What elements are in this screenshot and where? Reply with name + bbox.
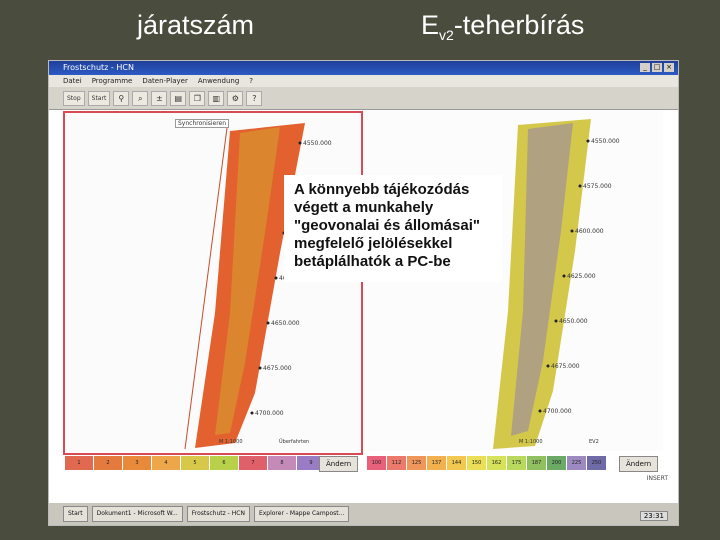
title-right-rest: -teherbírás (453, 10, 585, 40)
legend-swatch: 144 (447, 456, 466, 470)
station-label: 4550.000 (303, 140, 332, 147)
maximize-button[interactable]: □ (652, 63, 662, 72)
taskbar-item-frostschutz[interactable]: Frostschutz - HCN (186, 506, 250, 522)
legend-swatch: 8 (268, 456, 296, 470)
settings-icon[interactable]: ⚙ (227, 90, 244, 106)
legend-swatch: 150 (467, 456, 486, 470)
station-marker (554, 319, 558, 323)
right-scale-label: M 1:1000 (519, 439, 543, 445)
left-layer-label: Überfahrten (279, 439, 310, 445)
taskbar-item-explorer[interactable]: Explorer - Mappe Campost... (253, 506, 350, 522)
taskbar-item-word[interactable]: Dokument1 - Microsoft W... (91, 506, 183, 522)
station-label: 4700.000 (543, 408, 572, 415)
legend-swatch: 5 (181, 456, 209, 470)
callout-line: végett a munkahely (294, 199, 434, 216)
left-scale-label: M 1:1000 (219, 439, 243, 445)
callout-box: A könnyebb tájékozódás végett a munkahel… (284, 175, 502, 282)
title-right-main: E (421, 10, 440, 40)
menu-daten-player[interactable]: Daten-Player (142, 75, 187, 87)
app-screenshot: Frostschutz - HCN _ □ × Datei Programme … (48, 60, 679, 526)
close-button[interactable]: × (664, 63, 674, 72)
station-label: 4650.000 (559, 318, 588, 325)
legend-swatch: 2 (94, 456, 122, 470)
stop-button[interactable]: Stop (63, 90, 85, 106)
station-marker (274, 276, 278, 280)
station-label: 4550.000 (591, 138, 620, 145)
menu-bar: Datei Programme Daten-Player Anwendung ? (49, 75, 678, 87)
station-label: 4600.000 (575, 228, 604, 235)
callout-line: betáplálhatók a PC-be (294, 253, 451, 270)
station-marker (570, 229, 574, 233)
legend-swatch: 1 (65, 456, 93, 470)
zoom-icon[interactable]: ± (151, 90, 168, 106)
help-icon[interactable]: ? (246, 90, 263, 106)
station-marker (546, 364, 550, 368)
menu-programme[interactable]: Programme (92, 75, 133, 87)
menu-anwendung[interactable]: Anwendung (198, 75, 239, 87)
station-marker (258, 366, 262, 370)
legend-swatch: 4 (152, 456, 180, 470)
legend-swatch: 187 (527, 456, 546, 470)
minimize-button[interactable]: _ (640, 63, 650, 72)
legend-swatch: 200 (547, 456, 566, 470)
start-button[interactable]: Start (87, 90, 111, 106)
station-label: 4700.000 (255, 410, 284, 417)
andern-button-right[interactable]: Ändern (619, 456, 659, 472)
legend-right: 100 112 125 137 144 150 162 175 187 200 225 250 (367, 456, 606, 470)
legend-swatch: 6 (210, 456, 238, 470)
legend-swatch: 125 (407, 456, 426, 470)
legend-swatch: 7 (239, 456, 267, 470)
window-titlebar: Frostschutz - HCN _ □ × (49, 61, 678, 75)
legend-swatch: 3 (123, 456, 151, 470)
legend-swatch: 175 (507, 456, 526, 470)
window-title: Frostschutz - HCN (63, 63, 134, 72)
title-right-subscript: v2 (439, 27, 454, 43)
station-marker (298, 141, 302, 145)
station-label: 4675.000 (263, 365, 292, 372)
left-strip-map: 4550.0004575.0004600.0004625.0004650.000… (184, 123, 332, 450)
station-marker (266, 321, 270, 325)
legend-left: 123456789 (65, 456, 325, 470)
copy-icon[interactable]: ❐ (189, 90, 206, 106)
station-label: 4575.000 (583, 183, 612, 190)
chart-icon[interactable]: ▥ (208, 90, 225, 106)
slide-title-right: Ev2-teherbírás (421, 10, 585, 43)
legend-swatch: 137 (427, 456, 446, 470)
legend-swatch: 225 (567, 456, 586, 470)
callout-line: "geovonalai és állomásai" (294, 217, 480, 234)
station-marker (578, 184, 582, 188)
print-icon[interactable]: ▤ (170, 90, 187, 106)
legend-swatch: 112 (387, 456, 406, 470)
sync-label[interactable]: Synchronisieren (175, 119, 230, 128)
legend-swatch: 162 (487, 456, 506, 470)
station-marker (250, 411, 254, 415)
station-label: 4675.000 (551, 363, 580, 370)
legend-swatch: 250 (587, 456, 606, 470)
search-icon[interactable]: ⌕ (132, 90, 149, 106)
station-marker (562, 274, 566, 278)
taskbar: Start Dokument1 - Microsoft W... Frostsc… (49, 502, 678, 525)
station-label: 4625.000 (567, 273, 596, 280)
binoculars-icon[interactable]: ⚲ (113, 90, 130, 106)
left-map-panel[interactable]: 4550.0004575.0004600.0004625.0004650.000… (63, 111, 363, 455)
slide-title-left: járatszám (137, 10, 255, 40)
menu-help[interactable]: ? (249, 75, 253, 87)
status-indicator: INSERT (646, 475, 668, 482)
toolbar: Stop Start ⚲ ⌕ ± ▤ ❐ ▥ ⚙ ? (49, 87, 678, 110)
station-label: 4650.000 (271, 320, 300, 327)
callout-line: megfelelő jelölésekkel (294, 235, 453, 252)
andern-button-left[interactable]: Ändern (319, 456, 359, 472)
menu-datei[interactable]: Datei (63, 75, 82, 87)
callout-line: A könnyebb tájékozódás (294, 181, 470, 198)
taskbar-clock: 23:31 (639, 511, 668, 521)
start-menu-button[interactable]: Start (63, 506, 88, 522)
station-marker (586, 139, 590, 143)
station-marker (538, 409, 542, 413)
right-layer-label: EV2 (589, 439, 599, 445)
legend-swatch: 100 (367, 456, 386, 470)
